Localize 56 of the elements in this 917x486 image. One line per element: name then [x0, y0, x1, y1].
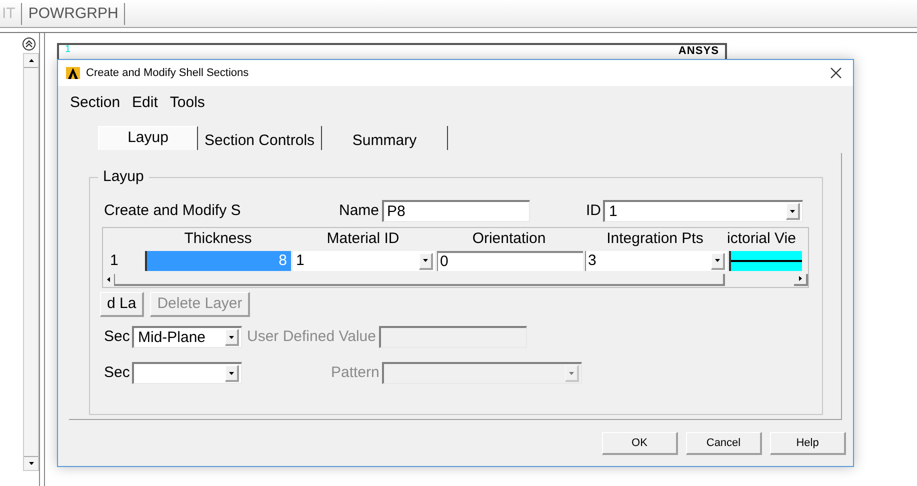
viewport-number: 1	[65, 45, 71, 55]
user-value-label: User Defined Value	[247, 326, 376, 347]
add-layer-button[interactable]: d La	[100, 292, 144, 317]
tab[interactable]: Layup	[98, 126, 198, 150]
dropdown-button[interactable]	[419, 252, 433, 270]
caret-icon	[715, 259, 720, 262]
dialog-button[interactable]: OK	[602, 432, 678, 455]
column-header: Integration Pts	[606, 228, 704, 248]
dropdown-field[interactable]: 3	[585, 251, 727, 271]
column-header: Material ID	[326, 228, 400, 248]
name-field[interactable]: P8	[382, 200, 530, 222]
dropdown-button[interactable]	[711, 252, 725, 270]
caret-icon	[798, 276, 802, 281]
column-header: ictorial Vie	[727, 228, 797, 248]
group-title: Layup	[98, 168, 149, 186]
menu-item[interactable]: Tools	[170, 92, 205, 114]
dropdown-field[interactable]: 1	[293, 251, 435, 271]
column-header: Thickness	[183, 228, 253, 248]
integration-label: Sec	[103, 362, 131, 383]
offset-label: Sec	[103, 326, 131, 347]
dropdown-button[interactable]	[225, 329, 239, 346]
dialog-button[interactable]: Cancel	[686, 432, 762, 455]
tab[interactable]: Section Controls	[198, 126, 322, 150]
dropdown-field[interactable]: 1	[603, 200, 804, 222]
row-number: 1	[109, 250, 120, 271]
caret-icon	[107, 277, 110, 282]
caret-icon	[28, 462, 34, 465]
app-logo-icon	[66, 67, 80, 79]
caret-icon	[229, 372, 234, 374]
name-label: Name	[339, 200, 380, 221]
pattern-label: Pattern	[331, 362, 380, 383]
id-label: ID	[586, 200, 602, 221]
dropdown-field[interactable]	[382, 362, 582, 384]
dropdown-field[interactable]: Mid-Plane	[132, 326, 242, 348]
dialog-button[interactable]: Help	[770, 432, 846, 455]
menu-item[interactable]: Edit	[132, 92, 158, 114]
caret-icon	[569, 372, 574, 374]
table-cell[interactable]: 0	[437, 251, 583, 271]
user-value-field[interactable]	[378, 326, 527, 348]
caret-icon	[790, 210, 796, 212]
menu-item[interactable]: Section	[70, 92, 120, 114]
heading-label: Create and Modify S	[103, 200, 242, 221]
window-title: Create and Modify Shell Sections	[86, 66, 249, 81]
caret-icon	[423, 259, 428, 262]
caret-icon	[28, 59, 34, 62]
close-icon[interactable]	[830, 67, 842, 79]
toolbar-tab[interactable]: POWRGRPH	[22, 2, 126, 26]
logo: ANSYS	[678, 46, 719, 57]
tab[interactable]: Summary	[322, 126, 448, 150]
scrollbar[interactable]	[23, 53, 39, 471]
collapse-icon[interactable]	[22, 37, 36, 51]
dropdown-button[interactable]	[786, 203, 800, 220]
dropdown-button[interactable]	[225, 365, 239, 382]
column-header: Orientation	[471, 228, 547, 248]
dropdown-field[interactable]	[132, 362, 242, 384]
caret-icon	[229, 336, 234, 338]
